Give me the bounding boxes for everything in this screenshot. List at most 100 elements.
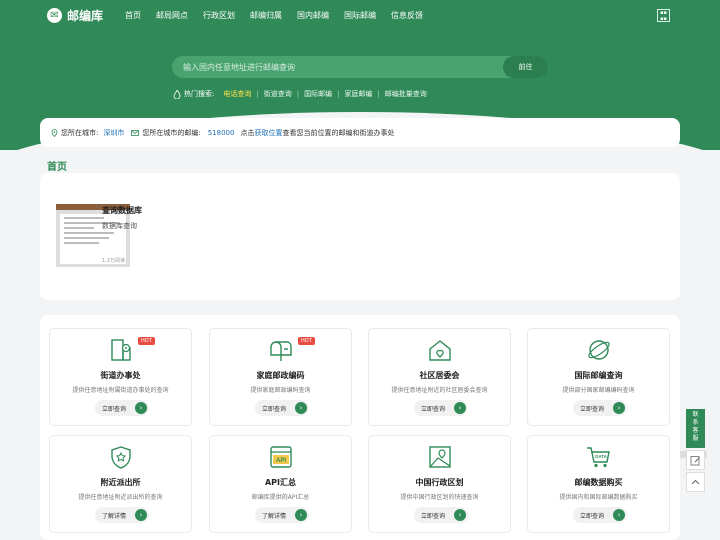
city-label: 您所在城市:: [61, 128, 99, 137]
service-title: 附近派出所: [100, 478, 141, 487]
service-desc: 提供国内和国际邮编数据购买: [559, 494, 638, 501]
service-card-community[interactable]: 社区居委会 提供任意地址附近的社区居委会查询 立即查询 ›: [368, 328, 511, 426]
query-button[interactable]: 立即查询 ›: [573, 400, 627, 416]
edit-icon: [690, 455, 700, 465]
arrow-right-icon: ›: [454, 402, 466, 414]
service-desc: 提供任意地址附近派出所的查询: [78, 494, 163, 501]
arrow-right-icon: ›: [295, 402, 307, 414]
services-grid: HOT 街道办事处 提供任意地址附属街道办事处的查询 立即查询 › HOT 家庭邮…: [40, 315, 680, 540]
query-button[interactable]: 立即查询 ›: [255, 400, 309, 416]
service-desc: 提供任意地址附近的社区居委会查询: [391, 387, 488, 394]
get-location-link[interactable]: 获取位置: [254, 128, 282, 138]
hot-link-home[interactable]: 家庭邮编: [344, 89, 372, 99]
query-button[interactable]: 立即查询 ›: [414, 400, 468, 416]
service-title: 街道办事处: [100, 371, 141, 380]
arrow-right-icon: ›: [135, 509, 147, 521]
feature-card[interactable]: ▪ ▪: [40, 173, 707, 458]
hot-link-batch[interactable]: 邮编批量查询: [385, 89, 427, 99]
arrow-right-icon: ›: [454, 509, 466, 521]
customer-service-label: 联系客服: [692, 411, 699, 442]
data-cart-icon: DATA: [587, 447, 610, 468]
arrow-right-icon: ›: [613, 509, 625, 521]
location-bar: 您所在城市: 深圳市 您所在城市的邮编: 518000 点击 获取位置 查看您当…: [40, 118, 680, 147]
service-card-api[interactable]: API API汇总 邮编库提供的API汇总 了解详情 ›: [209, 435, 352, 533]
svg-text:DATA: DATA: [595, 454, 608, 459]
hot-link-international[interactable]: 国际邮编: [304, 89, 332, 99]
feature-read-count: 1.2万阅读: [102, 258, 125, 264]
service-card-street[interactable]: HOT 街道办事处 提供任意地址附属街道办事处的查询 立即查询 ›: [49, 328, 192, 426]
back-to-top-button[interactable]: [686, 472, 705, 492]
city-value[interactable]: 深圳市: [103, 128, 124, 138]
postcode-label: 您所在城市的邮编:: [142, 128, 201, 137]
nav-item-domestic[interactable]: 国内邮编: [297, 10, 329, 21]
map-pin-icon: [429, 446, 451, 468]
nav-item-code-owner[interactable]: 邮编归属: [250, 10, 282, 21]
feature-title[interactable]: 查询数据库: [102, 205, 142, 216]
divider: |: [377, 90, 380, 98]
arrow-right-icon: ›: [295, 509, 307, 521]
user-icon[interactable]: ▪▪ ▪▪: [657, 9, 670, 22]
query-button[interactable]: 立即查询 ›: [95, 400, 149, 416]
service-card-international[interactable]: 国际邮编查询 提供部分国家邮编编码查询 立即查询 ›: [527, 328, 670, 426]
nav-item-international[interactable]: 国际邮编: [344, 10, 376, 21]
service-title: 家庭邮政编码: [256, 371, 305, 380]
details-button[interactable]: 了解详情 ›: [95, 507, 149, 523]
top-nav: ✉ 邮编库 首页 邮局网点 行政区划 邮编归属 国内邮编 国际邮编 信息反馈 ▪…: [0, 0, 720, 30]
customer-service-button[interactable]: 联系客服: [686, 409, 705, 448]
service-title: 中国行政区划: [415, 478, 464, 487]
nav-item-post-office[interactable]: 邮局网点: [156, 10, 188, 21]
tip-suffix: 查看您当前位置的邮编和街道办事处: [282, 128, 395, 137]
nav-item-feedback[interactable]: 信息反馈: [391, 10, 423, 21]
hot-badge: HOT: [138, 337, 155, 345]
logo[interactable]: ✉ 邮编库: [47, 7, 103, 24]
location-pin-icon: [51, 128, 58, 137]
tip-prefix: 点击: [240, 128, 255, 137]
police-shield-icon: [111, 446, 131, 469]
service-desc: 提供中国行政区划的快速查询: [400, 494, 479, 501]
service-desc: 提供任意地址附属街道办事处的查询: [72, 387, 169, 394]
arrow-right-icon: ›: [135, 402, 147, 414]
service-card-division[interactable]: 中国行政区划 提供中国行政区划的快速查询 立即查询 ›: [368, 435, 511, 533]
section-title: 首页: [47, 162, 67, 173]
search-bar: 前往: [172, 56, 548, 78]
feature-subtitle: 数据库查询: [102, 222, 137, 230]
service-card-data-purchase[interactable]: DATA 邮编数据购买 提供国内和国际邮编数据购买 立即查询 ›: [527, 435, 670, 533]
divider: |: [296, 90, 300, 98]
logo-icon: ✉: [47, 8, 62, 23]
service-desc: 提供家庭邮政编码查询: [250, 387, 311, 394]
service-title: 邮编数据购买: [574, 478, 623, 487]
api-icon: API: [270, 446, 292, 468]
hot-link-phone[interactable]: 电话查询: [223, 89, 251, 99]
mail-icon: [131, 129, 140, 136]
service-title: API汇总: [264, 478, 297, 487]
search-input[interactable]: [172, 56, 502, 78]
hot-search-label: 热门搜索:: [184, 90, 215, 98]
divider: |: [256, 90, 259, 98]
query-button[interactable]: 立即查询 ›: [414, 507, 468, 523]
mailbox-icon: [270, 341, 292, 361]
search-button[interactable]: 前往: [503, 56, 548, 78]
service-desc: 提供部分国家邮编编码查询: [562, 387, 635, 394]
side-toolbar: 联系客服: [686, 409, 705, 492]
postcode-value: 518000: [207, 128, 235, 137]
query-button[interactable]: 立即查询 ›: [573, 507, 627, 523]
service-card-police[interactable]: 附近派出所 提供任意地址附近派出所的查询 了解详情 ›: [49, 435, 192, 533]
hot-search: 热门搜索: 电话查询 | 街道查询 | 国际邮编 | 家庭邮编 | 邮编批量查询: [173, 89, 432, 99]
fire-icon: [173, 89, 181, 99]
service-desc: 邮编库提供的API汇总: [251, 494, 310, 501]
hot-link-street[interactable]: 街道查询: [264, 89, 292, 99]
chevron-up-icon: [691, 479, 700, 484]
service-title: 国际邮编查询: [574, 371, 623, 380]
house-icon: [429, 340, 451, 361]
brand-name: 邮编库: [67, 9, 104, 23]
feedback-button[interactable]: [686, 450, 705, 470]
nav-item-home[interactable]: 首页: [125, 10, 141, 21]
nav-item-admin-division[interactable]: 行政区划: [203, 10, 235, 21]
hot-badge: HOT: [298, 337, 315, 345]
globe-icon: [588, 340, 610, 360]
service-title: 社区居委会: [419, 371, 460, 380]
arrow-right-icon: ›: [613, 402, 625, 414]
svg-text:API: API: [276, 458, 286, 464]
service-card-home-code[interactable]: HOT 家庭邮政编码 提供家庭邮政编码查询 立即查询 ›: [209, 328, 352, 426]
details-button[interactable]: 了解详情 ›: [255, 507, 309, 523]
